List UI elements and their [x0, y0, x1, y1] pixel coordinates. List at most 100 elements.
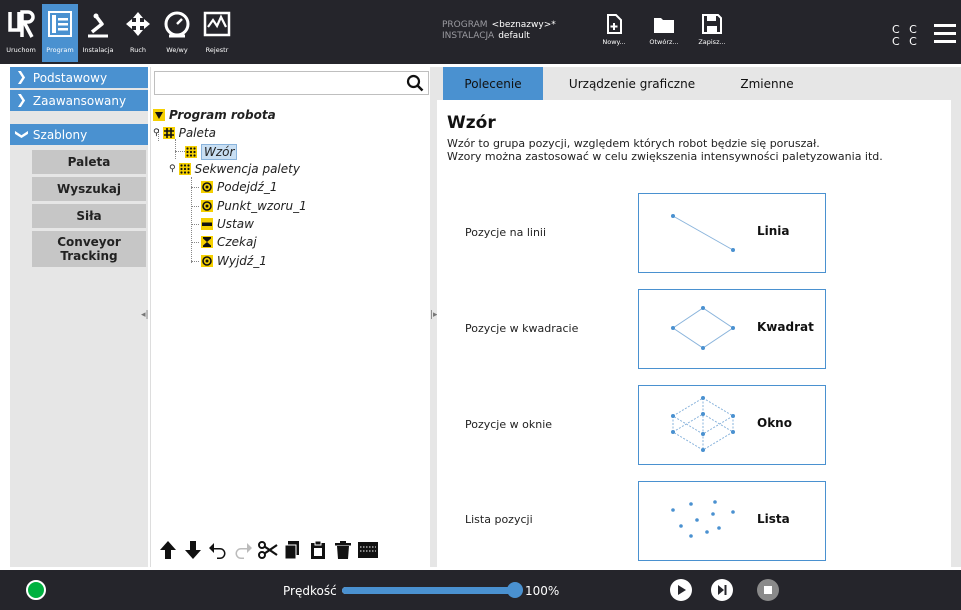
- category-basic[interactable]: ❯ Podstawowy: [10, 67, 148, 89]
- template-force[interactable]: Siła: [32, 204, 146, 228]
- bottom-bar: Prędkość 100%: [0, 570, 961, 610]
- save-program-button[interactable]: Zapisz...: [692, 14, 732, 60]
- category-templates[interactable]: ❯ Szablony: [10, 124, 148, 146]
- tree-node-wait[interactable]: Czekaj: [201, 235, 257, 249]
- tab-variables[interactable]: Zmienne: [717, 67, 817, 100]
- move-arrows-icon: [120, 4, 156, 44]
- search-icon[interactable]: [406, 74, 424, 92]
- tree-node-pattern[interactable]: Wzór: [185, 144, 238, 160]
- window-pattern-icon: [671, 396, 735, 452]
- polyscope-window: Uruchom Program Instalacja Ruch We/wy Re…: [0, 0, 961, 610]
- open-program-button[interactable]: Otwórz...: [644, 14, 684, 60]
- tree-node-set[interactable]: Ustaw: [201, 217, 254, 231]
- new-program-label: Nowy...: [602, 38, 626, 46]
- program-tree-panel: Program robota ⚲ Paleta Wzór ⚲ Sekwencja…: [150, 67, 430, 567]
- tree-node-pattern-point[interactable]: Punkt_wzoru_1: [201, 199, 307, 213]
- pattern-window-label: Okno: [757, 416, 792, 430]
- delete-icon[interactable]: [332, 538, 354, 562]
- robot-arm-icon: [80, 4, 116, 44]
- installation-label: INSTALACJA: [442, 31, 495, 41]
- pattern-line-button[interactable]: Linia: [638, 193, 826, 273]
- tree-node-depart[interactable]: Wyjdź_1: [201, 254, 267, 268]
- waypoint-icon: [201, 200, 213, 212]
- top-bar: Uruchom Program Instalacja Ruch We/wy Re…: [0, 0, 961, 64]
- tree-search-input[interactable]: [154, 71, 429, 95]
- nav-log-button[interactable]: Rejestr: [198, 4, 236, 62]
- tree-node-pallet-sequence[interactable]: ⚲ Sekwencja palety: [169, 162, 300, 176]
- ur-logo-icon: [3, 4, 39, 44]
- tree-node-label: Wzór: [201, 144, 238, 160]
- template-pallet[interactable]: Paleta: [32, 150, 146, 174]
- tab-command[interactable]: Polecenie: [443, 67, 543, 100]
- editor-tabs: Polecenie Urządzenie graficzne Zmienne: [437, 67, 951, 100]
- nav-move-label: Ruch: [129, 46, 147, 54]
- waypoint-icon: [201, 181, 213, 193]
- tree-root-label: Program robota: [169, 108, 276, 122]
- tree-node-label: Ustaw: [217, 217, 254, 231]
- suppress-icon[interactable]: [357, 538, 379, 562]
- new-file-icon: [607, 14, 622, 34]
- play-icon: [678, 585, 686, 595]
- nav-io-label: We/wy: [166, 46, 188, 54]
- right-scrollbar[interactable]: [951, 67, 961, 567]
- save-program-label: Zapisz...: [698, 38, 726, 46]
- pallet-grid-icon: [162, 127, 175, 139]
- undo-icon[interactable]: [207, 538, 229, 562]
- pattern-row-label: Lista pozycji: [465, 513, 533, 526]
- pin-icon: ⚲: [169, 164, 176, 174]
- pattern-list-button[interactable]: Lista: [638, 481, 826, 561]
- power-status-button[interactable]: [26, 580, 46, 600]
- new-program-button[interactable]: Nowy...: [594, 14, 634, 60]
- tree-node-label: Punkt_wzoru_1: [217, 199, 307, 213]
- speed-slider-fill: [342, 587, 516, 594]
- category-advanced[interactable]: ❯ Zaawansowany: [10, 90, 148, 112]
- nav-io-button[interactable]: We/wy: [158, 4, 196, 62]
- tree-root[interactable]: Program robota: [153, 108, 276, 122]
- tree-node-pallet[interactable]: ⚲ Paleta: [153, 126, 216, 140]
- nav-installation-button[interactable]: Instalacja: [80, 4, 116, 62]
- chevron-right-icon: ❯: [16, 93, 27, 108]
- nav-move-button[interactable]: Ruch: [120, 4, 156, 62]
- program-name: <beznazwy>*: [491, 20, 556, 30]
- set-bar-icon: [201, 218, 213, 230]
- tab-graphics[interactable]: Urządzenie graficzne: [547, 67, 717, 100]
- chevron-down-icon: ❯: [13, 129, 29, 140]
- control-mode-indicator[interactable]: C C C C: [892, 24, 920, 48]
- move-up-icon[interactable]: [157, 538, 179, 562]
- category-basic-label: Podstawowy: [32, 70, 108, 85]
- pattern-square-button[interactable]: Kwadrat: [638, 289, 826, 369]
- program-tree-icon: [42, 4, 78, 44]
- stop-button[interactable]: [757, 579, 779, 601]
- nav-run-button[interactable]: Uruchom: [2, 4, 40, 62]
- page-description: Wzór to grupa pozycji, względem których …: [447, 137, 947, 163]
- pattern-list-label: Lista: [757, 512, 790, 526]
- copy-icon[interactable]: [282, 538, 304, 562]
- template-seek[interactable]: Wyszukaj: [32, 177, 146, 201]
- pattern-row-label: Pozycje w oknie: [465, 418, 553, 431]
- save-icon: [702, 14, 722, 34]
- cut-icon[interactable]: [257, 538, 279, 562]
- square-pattern-icon: [671, 306, 735, 350]
- speed-slider-handle[interactable]: [507, 582, 523, 598]
- paste-icon[interactable]: [307, 538, 329, 562]
- tree-node-label: Wyjdź_1: [217, 254, 267, 268]
- collapse-handle-icon[interactable]: ◂|: [141, 310, 149, 320]
- template-conveyor-tracking[interactable]: Conveyor Tracking: [32, 231, 146, 267]
- move-down-icon[interactable]: [182, 538, 204, 562]
- tree-node-approach[interactable]: Podejdź_1: [201, 180, 277, 194]
- description-line-2: Wzory można zastosować w celu zwiększeni…: [447, 150, 883, 163]
- program-info: PROGRAM <beznazwy>* INSTALACJA default: [442, 20, 556, 42]
- step-button[interactable]: [711, 579, 733, 601]
- speed-value: 100%: [525, 584, 560, 598]
- speed-slider[interactable]: [342, 587, 516, 594]
- pattern-window-button[interactable]: Okno: [638, 385, 826, 465]
- nav-program-button[interactable]: Program: [42, 4, 78, 62]
- step-icon: [718, 585, 727, 595]
- redo-icon[interactable]: [232, 538, 254, 562]
- pattern-dots-icon: [185, 146, 197, 158]
- play-button[interactable]: [670, 579, 692, 601]
- hamburger-menu-icon[interactable]: [934, 24, 956, 44]
- category-templates-label: Szablony: [32, 127, 88, 142]
- nav-run-label: Uruchom: [6, 46, 36, 54]
- tree-node-label: Sekwencja palety: [194, 162, 300, 176]
